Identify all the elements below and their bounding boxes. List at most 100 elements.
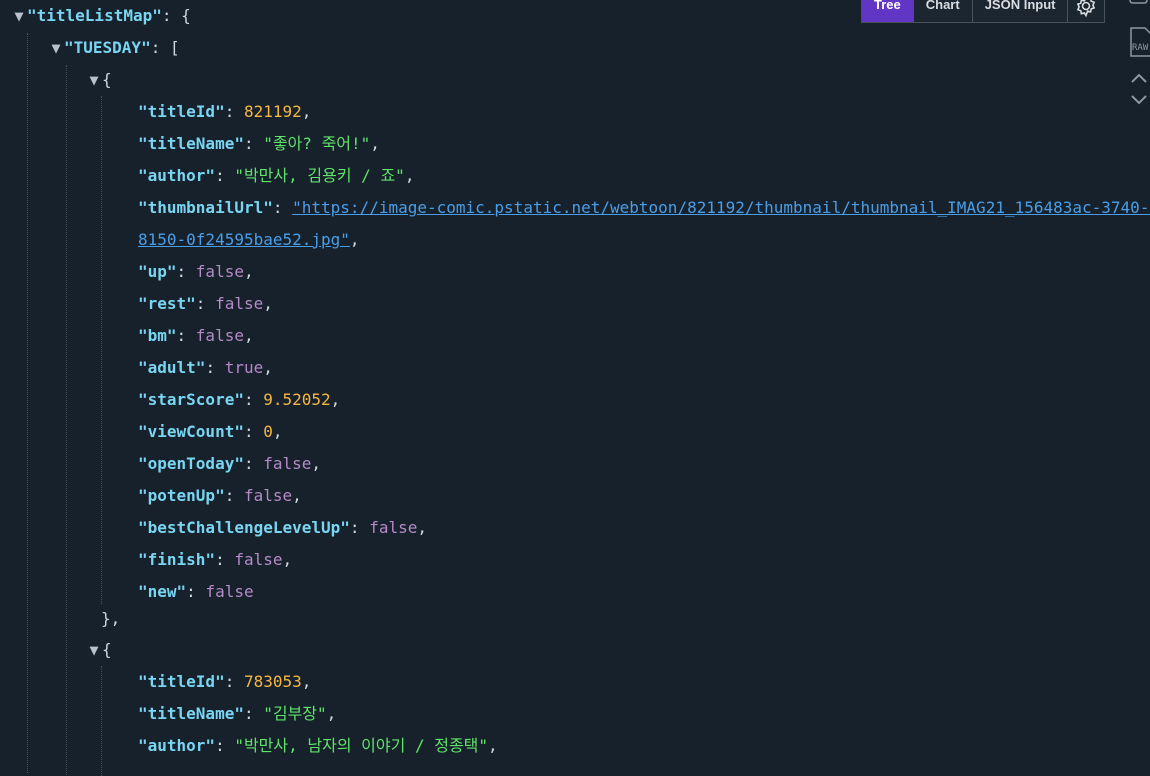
tree-field-row[interactable]: "bestChallengeLevelUp": false, bbox=[138, 512, 427, 544]
json-comma: , bbox=[272, 422, 283, 441]
raw-icon[interactable]: RAW bbox=[1129, 24, 1150, 62]
tree-field-row[interactable]: "titleId": 783053, bbox=[138, 666, 311, 698]
collapse-triangle-icon[interactable]: ▼ bbox=[49, 32, 63, 64]
json-comma: , bbox=[301, 672, 312, 691]
tree-field-row[interactable]: "titleId": 821192, bbox=[138, 96, 311, 128]
json-value: "김부장" bbox=[263, 704, 327, 723]
json-value: "좋아? 죽어!" bbox=[263, 134, 371, 153]
json-value: false bbox=[215, 294, 264, 313]
json-key: "titleListMap" bbox=[27, 6, 162, 25]
tree-field-row[interactable]: "bm": false, bbox=[138, 320, 254, 352]
json-value: "박만사, 김용키 / 죠" bbox=[234, 166, 405, 185]
json-comma: , bbox=[292, 486, 302, 505]
json-key: "TUESDAY" bbox=[64, 38, 151, 57]
json-comma: , bbox=[263, 294, 273, 313]
raw-icon-label: RAW bbox=[1132, 43, 1149, 53]
json-key: "finish" bbox=[138, 550, 216, 569]
tree-field-row[interactable]: "titleName": "좋아? 죽어!", bbox=[138, 128, 380, 160]
json-comma: , bbox=[311, 454, 322, 473]
json-comma: , bbox=[282, 550, 293, 569]
collapse-triangle-icon[interactable]: ▼ bbox=[12, 0, 26, 32]
tree-field-row[interactable]: "up": false, bbox=[138, 256, 254, 288]
json-punctuation: { bbox=[102, 640, 112, 659]
json-value-link[interactable]: 8150-0f24595bae52.jpg" bbox=[138, 230, 350, 249]
tab-chart[interactable]: Chart bbox=[914, 0, 973, 22]
json-key: "titleId" bbox=[138, 102, 225, 121]
json-value: 783053 bbox=[243, 672, 302, 691]
indent-guide bbox=[101, 96, 102, 604]
json-comma: , bbox=[263, 358, 273, 377]
json-punctuation: { bbox=[102, 70, 112, 89]
json-comma: , bbox=[243, 326, 254, 345]
gear-icon[interactable] bbox=[1068, 0, 1104, 22]
json-key: "adult" bbox=[138, 358, 206, 377]
json-comma: , bbox=[349, 230, 360, 249]
json-comma: , bbox=[417, 518, 427, 537]
tree-node-tuesday[interactable]: ▼ "TUESDAY": [ bbox=[49, 32, 180, 64]
json-value: false bbox=[234, 550, 283, 569]
object-close: }, bbox=[101, 603, 120, 635]
collapse-triangle-icon[interactable]: ▼ bbox=[87, 64, 101, 96]
json-comma: , bbox=[404, 166, 415, 185]
tree-field-row[interactable]: "titleName": "김부장", bbox=[138, 698, 336, 730]
json-key: "potenUp" bbox=[138, 486, 225, 505]
tree-field-row-wrap: 8150-0f24595bae52.jpg", bbox=[138, 224, 360, 256]
json-comma: , bbox=[488, 736, 498, 755]
json-value: false bbox=[195, 262, 244, 281]
tree-field-row[interactable]: "author": "박만사, 남자의 이야기 / 정종택", bbox=[138, 730, 498, 762]
json-key: "titleName" bbox=[138, 704, 244, 723]
tree-node-item-1[interactable]: ▼{ bbox=[87, 64, 112, 96]
json-key: "openToday" bbox=[138, 454, 244, 473]
tree-field-row[interactable]: "new": false bbox=[138, 576, 254, 608]
json-key: "bm" bbox=[138, 326, 177, 345]
chevron-down-icon[interactable] bbox=[1129, 92, 1149, 111]
json-comma: , bbox=[301, 102, 312, 121]
chevron-up-icon[interactable] bbox=[1129, 70, 1149, 89]
json-key: "titleId" bbox=[138, 672, 225, 691]
json-key: "author" bbox=[138, 736, 216, 755]
json-punctuation: : [ bbox=[150, 38, 180, 57]
json-key: "thumbnailUrl" bbox=[138, 198, 273, 217]
json-key: "new" bbox=[138, 582, 187, 601]
tree-field-row[interactable]: "starScore": 9.52052, bbox=[138, 384, 340, 416]
tree-field-row[interactable]: "thumbnailUrl": "https://image-comic.pst… bbox=[138, 192, 1150, 224]
indent-guide bbox=[27, 33, 28, 773]
json-comma: , bbox=[326, 704, 337, 723]
json-key: "rest" bbox=[138, 294, 196, 313]
json-tree-viewer: ▼ "titleListMap": { ▼ "TUESDAY": [ ▼{ "tit… bbox=[0, 0, 1150, 776]
json-punctuation: }, bbox=[101, 609, 121, 628]
json-key: "bestChallengeLevelUp" bbox=[138, 518, 350, 537]
json-value: 821192 bbox=[243, 102, 302, 121]
json-punctuation: : { bbox=[161, 6, 191, 25]
tree-field-row[interactable]: "adult": true, bbox=[138, 352, 273, 384]
tree-node-titleListMap[interactable]: ▼ "titleListMap": { bbox=[12, 0, 191, 32]
view-mode-toolbar: Tree Chart JSON Input bbox=[861, 0, 1106, 23]
json-value: false bbox=[369, 518, 418, 537]
tree-field-row[interactable]: "finish": false, bbox=[138, 544, 292, 576]
tab-tree[interactable]: Tree bbox=[862, 0, 914, 22]
json-comma: , bbox=[370, 134, 380, 153]
tree-field-row[interactable]: "rest": false, bbox=[138, 288, 273, 320]
json-comma: , bbox=[243, 262, 254, 281]
json-key: "titleName" bbox=[138, 134, 244, 153]
json-key: "viewCount" bbox=[138, 422, 244, 441]
json-value-link[interactable]: "https://image-comic.pstatic.net/webtoon… bbox=[292, 198, 1150, 217]
tree-field-row[interactable]: "potenUp": false, bbox=[138, 480, 302, 512]
indent-guide bbox=[66, 65, 67, 775]
json-key: "author" bbox=[138, 166, 216, 185]
json-value: false bbox=[263, 454, 312, 473]
collapse-triangle-icon[interactable]: ▼ bbox=[87, 634, 101, 666]
tree-node-item-2[interactable]: ▼{ bbox=[87, 634, 112, 666]
json-value: false bbox=[243, 486, 293, 505]
tab-json-input[interactable]: JSON Input bbox=[973, 0, 1069, 22]
json-value: "박만사, 남자의 이야기 / 정종택" bbox=[234, 736, 489, 755]
json-key: "starScore" bbox=[138, 390, 244, 409]
tree-field-row[interactable]: "author": "박만사, 김용키 / 죠", bbox=[138, 160, 414, 192]
json-value: false bbox=[195, 326, 244, 345]
json-value: 9.52052 bbox=[263, 390, 331, 409]
json-value: 0 bbox=[263, 422, 273, 441]
tree-field-row[interactable]: "viewCount": 0, bbox=[138, 416, 283, 448]
cloud-icon[interactable] bbox=[1129, 0, 1150, 11]
tree-field-row[interactable]: "openToday": false, bbox=[138, 448, 321, 480]
json-value: false bbox=[205, 582, 254, 601]
